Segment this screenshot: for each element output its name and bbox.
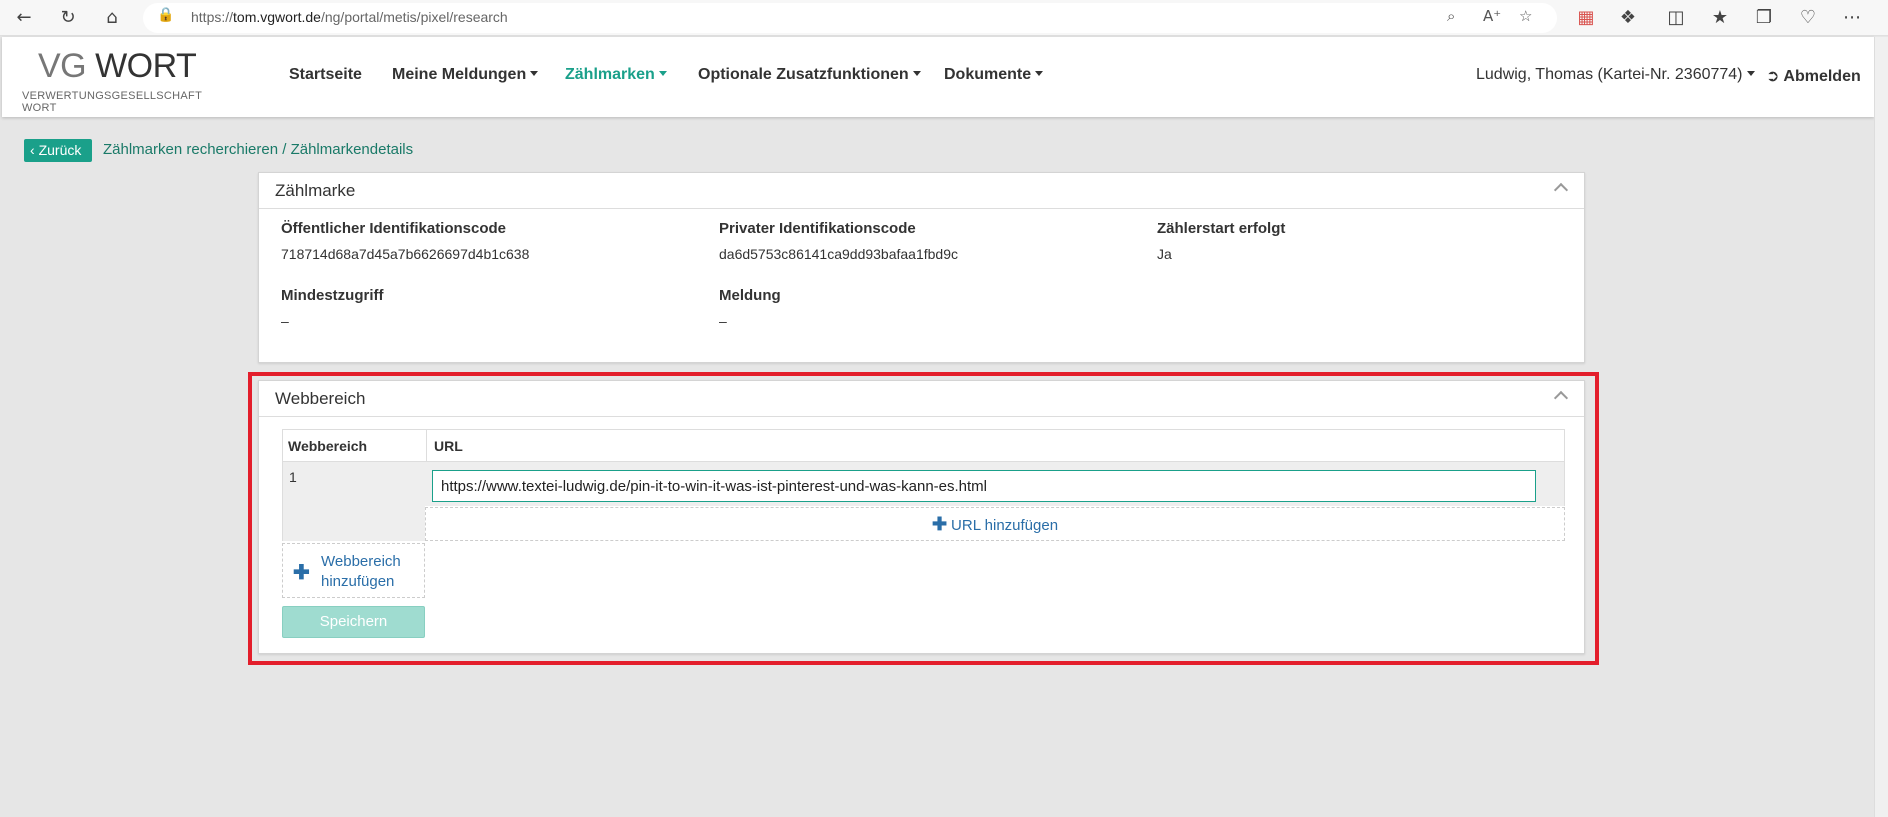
favorites-icon[interactable]: ★ <box>1708 6 1732 30</box>
plus-icon: ✚ <box>293 562 310 584</box>
nav-zaehlmarken[interactable]: Zählmarken <box>565 66 667 84</box>
public-code-label: Öffentlicher Identifikationscode <box>281 220 507 237</box>
private-code-label: Privater Identifikationscode <box>719 220 916 237</box>
webbereich-number: 1 <box>289 469 297 485</box>
health-icon[interactable]: ♡ <box>1796 6 1820 30</box>
zaehlmarke-panel-header[interactable]: Zählmarke <box>259 173 1584 209</box>
favorite-icon[interactable]: ☆ <box>1519 7 1532 25</box>
site-header: VG WORT VERWERTUNGSGESELLSCHAFT WORT Sta… <box>2 37 1874 117</box>
lock-icon[interactable]: 🔒 <box>157 7 174 23</box>
more-icon[interactable]: ⋯ <box>1840 6 1864 30</box>
column-header-webbereich: Webbereich <box>288 438 368 454</box>
split-screen-icon[interactable]: ◫ <box>1664 6 1688 30</box>
url-input[interactable] <box>432 470 1536 502</box>
column-divider <box>426 430 427 462</box>
panel-title: Webbereich <box>275 389 366 408</box>
back-button[interactable]: ‹ Zurück <box>24 139 92 162</box>
min-access-label: Mindestzugriff <box>281 287 384 304</box>
add-webbereich-button[interactable]: ✚ Webbereich hinzufügen <box>282 543 425 598</box>
breadcrumb: Zählmarken recherchieren / Zählmarkendet… <box>103 141 414 158</box>
meldung-value: – <box>719 313 727 329</box>
table-row <box>282 462 425 541</box>
caret-down-icon <box>912 71 921 76</box>
min-access-value: – <box>281 313 289 329</box>
browser-toolbar: ← ↻ ⌂ 🔒 https://tom.vgwort.de/ng/portal/… <box>0 0 1888 36</box>
vg-wort-logo[interactable]: VG WORT VERWERTUNGSGESELLSCHAFT WORT <box>20 47 220 114</box>
counter-start-value: Ja <box>1157 246 1172 262</box>
address-url[interactable]: https://tom.vgwort.de/ng/portal/metis/pi… <box>191 9 508 25</box>
zoom-icon[interactable]: ⌕ <box>1447 7 1455 25</box>
add-url-button[interactable]: ✚ URL hinzufügen <box>425 507 1565 541</box>
refresh-icon[interactable]: ↻ <box>56 6 80 30</box>
public-code-value: 718714d68a7d45a7b6626697d4b1c638 <box>281 246 530 262</box>
caret-down-icon <box>1035 71 1044 76</box>
table-header: Webbereich URL <box>282 429 1565 462</box>
caret-down-icon <box>530 71 539 76</box>
column-header-url: URL <box>434 438 463 454</box>
chevron-left-icon: ‹ <box>30 142 35 158</box>
back-icon[interactable]: ← <box>12 6 36 30</box>
address-bar[interactable]: 🔒 https://tom.vgwort.de/ng/portal/metis/… <box>143 3 1557 33</box>
nav-startseite[interactable]: Startseite <box>289 66 362 84</box>
logout-button[interactable]: ➲ Abmelden <box>1766 66 1861 86</box>
nav-optionale-zusatzfunktionen[interactable]: Optionale Zusatzfunktionen <box>698 66 921 84</box>
logout-icon: ➲ <box>1766 68 1780 85</box>
extension-icon[interactable]: ▦ <box>1574 6 1598 30</box>
nav-dokumente[interactable]: Dokumente <box>944 66 1044 84</box>
chevron-up-icon[interactable] <box>1553 390 1569 406</box>
webbereich-panel-header[interactable]: Webbereich <box>259 381 1584 417</box>
zaehlmarke-panel: Zählmarke Öffentlicher Identifikationsco… <box>258 172 1585 363</box>
chevron-up-icon[interactable] <box>1553 182 1569 198</box>
plus-icon: ✚ <box>931 514 948 534</box>
scrollbar[interactable] <box>1874 37 1888 817</box>
user-menu[interactable]: Ludwig, Thomas (Kartei-Nr. 2360774) <box>1476 66 1755 84</box>
counter-start-label: Zählerstart erfolgt <box>1157 220 1286 237</box>
save-button[interactable]: Speichern <box>282 606 425 638</box>
panel-title: Zählmarke <box>275 181 356 200</box>
meldung-label: Meldung <box>719 287 781 304</box>
home-icon[interactable]: ⌂ <box>100 6 124 30</box>
nav-meine-meldungen[interactable]: Meine Meldungen <box>392 66 539 84</box>
caret-down-icon <box>1746 71 1755 76</box>
caret-down-icon <box>658 71 667 76</box>
read-aloud-icon[interactable]: A⁺ <box>1483 7 1501 25</box>
private-code-value: da6d5753c86141ca9dd93bafaa1fbd9c <box>719 246 959 262</box>
webbereich-panel: Webbereich Webbereich URL 1 ✚URL hinzufü… <box>258 380 1585 654</box>
collections-icon[interactable]: ❐ <box>1752 6 1776 30</box>
extensions-icon[interactable]: ❖ <box>1616 6 1640 30</box>
